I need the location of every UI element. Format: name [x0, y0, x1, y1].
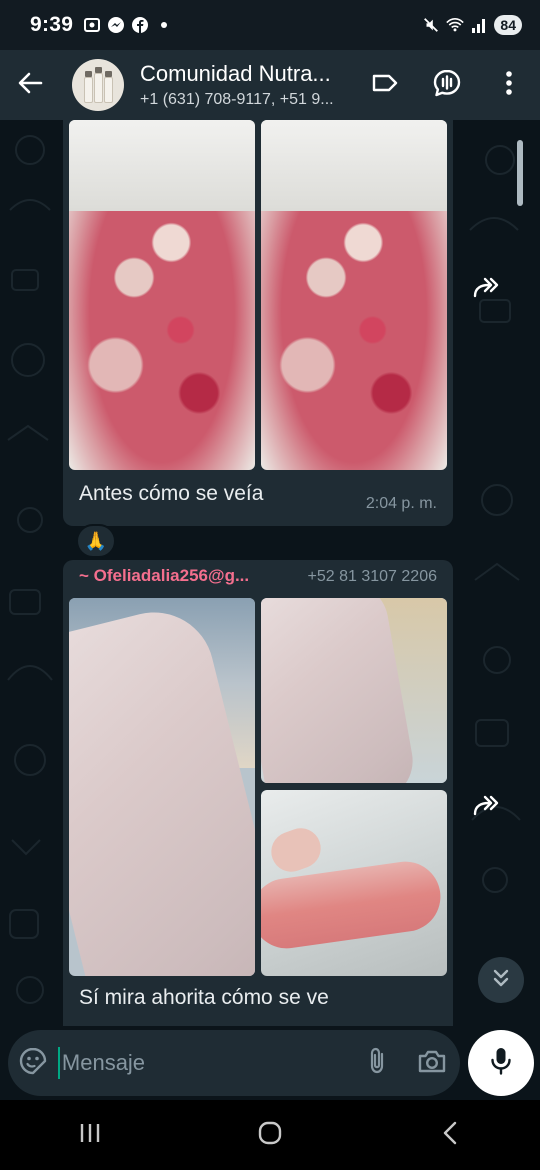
forward-icon	[471, 794, 501, 823]
chevron-left-icon	[440, 1120, 460, 1151]
home-icon	[257, 1120, 283, 1151]
more-vert-icon	[505, 70, 513, 101]
voice-message-button[interactable]	[468, 1030, 534, 1096]
battery-level: 84	[494, 15, 522, 35]
facebook-icon	[131, 16, 149, 34]
message-bubble[interactable]: Antes cómo se veía 2:04 p. m.	[63, 120, 453, 526]
wifi-icon	[446, 16, 465, 34]
chat-header: Comunidad Nutra... +1 (631) 708-9117, +5…	[0, 50, 540, 120]
nav-back-button[interactable]	[415, 1105, 485, 1165]
dot-icon	[155, 16, 173, 34]
camera-icon	[417, 1048, 447, 1079]
status-time: 9:39	[30, 13, 74, 36]
message-caption: Antes cómo se veía	[79, 482, 264, 505]
forward-button[interactable]	[466, 788, 506, 828]
label-tag-icon	[371, 71, 399, 100]
chat-title: Comunidad Nutra...	[140, 60, 331, 86]
photo-before-1[interactable]	[69, 120, 255, 470]
status-bar: 9:39 84	[0, 0, 540, 50]
header-actions	[354, 50, 540, 120]
recent-apps-icon	[78, 1122, 102, 1149]
back-button[interactable]	[0, 50, 60, 120]
voice-chat-button[interactable]	[416, 50, 478, 120]
message-caption: Sí mira ahorita cómo se ve	[79, 986, 329, 1009]
message-input-box	[8, 1030, 460, 1096]
photo-before-2[interactable]	[261, 120, 447, 470]
photo-after-2[interactable]	[261, 598, 447, 783]
chat-info[interactable]: Comunidad Nutra... +1 (631) 708-9117, +5…	[140, 60, 350, 111]
recent-apps-button[interactable]	[55, 1105, 125, 1165]
forward-icon	[471, 276, 501, 305]
composer	[0, 1026, 540, 1100]
screenshot-icon	[83, 16, 101, 34]
message-input[interactable]	[57, 1047, 350, 1079]
group-avatar[interactable]	[72, 59, 124, 111]
chat-participants: +1 (631) 708-9117, +51 9...	[140, 90, 334, 108]
double-chevron-down-icon	[491, 967, 511, 994]
sticker-icon	[18, 1046, 48, 1081]
sender-name[interactable]: ~ Ofeliadalia256@g...	[79, 566, 249, 586]
scrollbar-thumb[interactable]	[517, 140, 523, 206]
attach-button[interactable]	[350, 1030, 405, 1096]
forward-button[interactable]	[466, 270, 506, 310]
arrow-left-icon	[17, 70, 43, 101]
mute-icon	[422, 16, 440, 34]
camera-button[interactable]	[405, 1030, 460, 1096]
more-options-button[interactable]	[478, 50, 540, 120]
messenger-icon	[107, 16, 125, 34]
system-icons: 84	[422, 15, 522, 35]
scroll-to-bottom-button[interactable]	[478, 957, 524, 1003]
message-bubble[interactable]: ~ Ofeliadalia256@g... +52 81 3107 2206 S…	[63, 560, 453, 1026]
paperclip-icon	[367, 1046, 387, 1081]
voice-chat-icon	[432, 68, 462, 103]
photo-after-1[interactable]	[69, 598, 255, 976]
sticker-button[interactable]	[8, 1030, 58, 1096]
signal-icon	[470, 16, 488, 34]
android-nav-bar	[0, 1100, 540, 1170]
photo-after-3[interactable]	[261, 790, 447, 976]
message-time: 2:04 p. m.	[365, 495, 437, 512]
label-button[interactable]	[354, 50, 416, 120]
message-reaction[interactable]: 🙏	[76, 524, 116, 558]
chat-area[interactable]: Antes cómo se veía 2:04 p. m. 🙏 ~ Ofelia…	[0, 120, 540, 1026]
mic-icon	[489, 1046, 513, 1081]
notification-icons	[83, 16, 173, 34]
sender-phone: +52 81 3107 2206	[307, 568, 437, 585]
home-button[interactable]	[235, 1105, 305, 1165]
